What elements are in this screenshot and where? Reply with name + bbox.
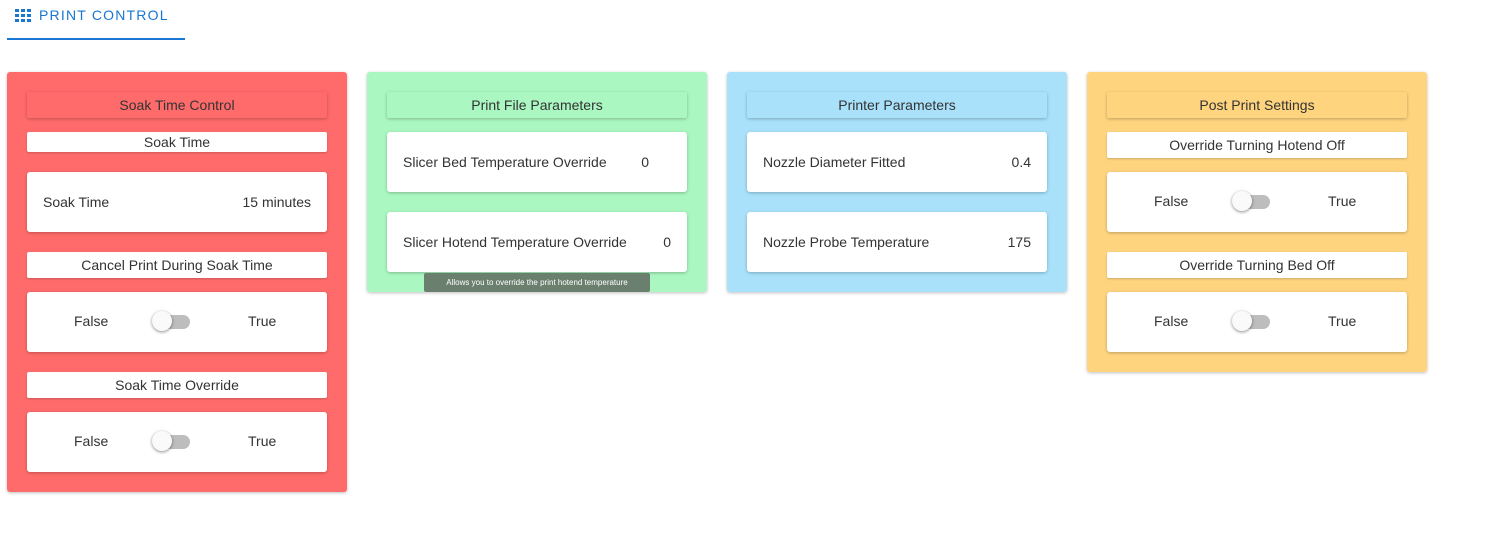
field-value: 175 [1007,234,1031,250]
true-label: True [1328,193,1357,209]
override-hotend-switch[interactable] [1232,191,1272,211]
cancel-print-label: Cancel Print During Soak Time [27,252,327,278]
override-bed-switch[interactable] [1232,311,1272,331]
false-label: False [74,313,109,329]
hotend-override-tooltip: Allows you to override the print hotend … [424,273,650,292]
nozzle-diameter-field[interactable]: Nozzle Diameter Fitted 0.4 [747,132,1047,192]
field-value: 0 [641,154,649,170]
card-title: Printer Parameters [747,92,1047,118]
cancel-print-toggle-box: False True [27,292,327,352]
field-label: Nozzle Diameter Fitted [763,154,906,170]
true-label: True [248,433,277,449]
override-hotend-label: Override Turning Hotend Off [1107,132,1407,158]
field-label: Soak Time [43,194,110,210]
false-label: False [1154,313,1189,329]
card-title: Post Print Settings [1107,92,1407,118]
field-value: 15 minutes [242,194,311,210]
override-hotend-toggle-box: False True [1107,172,1407,232]
true-label: True [248,313,277,329]
printer-parameters-card: Printer Parameters Nozzle Diameter Fitte… [727,72,1067,292]
tab-bar: PRINT CONTROL [7,0,185,40]
field-label: Slicer Bed Temperature Override [403,154,607,170]
soak-time-label: Soak Time [27,132,327,152]
override-bed-label: Override Turning Bed Off [1107,252,1407,278]
print-file-parameters-card: Print File Parameters Slicer Bed Tempera… [367,72,707,292]
cancel-print-switch[interactable] [152,311,192,331]
field-label: Slicer Hotend Temperature Override [403,234,627,250]
post-print-settings-card: Post Print Settings Override Turning Hot… [1087,72,1427,372]
card-title: Soak Time Control [27,92,327,118]
override-bed-toggle-box: False True [1107,292,1407,352]
tab-label: PRINT CONTROL [39,7,169,23]
card-title: Print File Parameters [387,92,687,118]
soak-time-override-toggle-box: False True [27,412,327,472]
nozzle-probe-temp-field[interactable]: Nozzle Probe Temperature 175 [747,212,1047,272]
slicer-bed-temp-field[interactable]: Slicer Bed Temperature Override 0 [387,132,687,192]
false-label: False [1154,193,1189,209]
tab-print-control[interactable]: PRINT CONTROL [7,0,185,40]
false-label: False [74,433,109,449]
slicer-hotend-temp-field[interactable]: Slicer Hotend Temperature Override 0 [387,212,687,272]
soak-time-control-card: Soak Time Control Soak Time Soak Time 15… [7,72,347,492]
field-value: 0.4 [1011,154,1031,170]
soak-time-override-switch[interactable] [152,431,192,451]
soak-time-override-label: Soak Time Override [27,372,327,398]
true-label: True [1328,313,1357,329]
grid-icon [15,8,31,22]
soak-time-field[interactable]: Soak Time 15 minutes [27,172,327,232]
field-label: Nozzle Probe Temperature [763,234,930,250]
field-value: 0 [663,234,671,250]
